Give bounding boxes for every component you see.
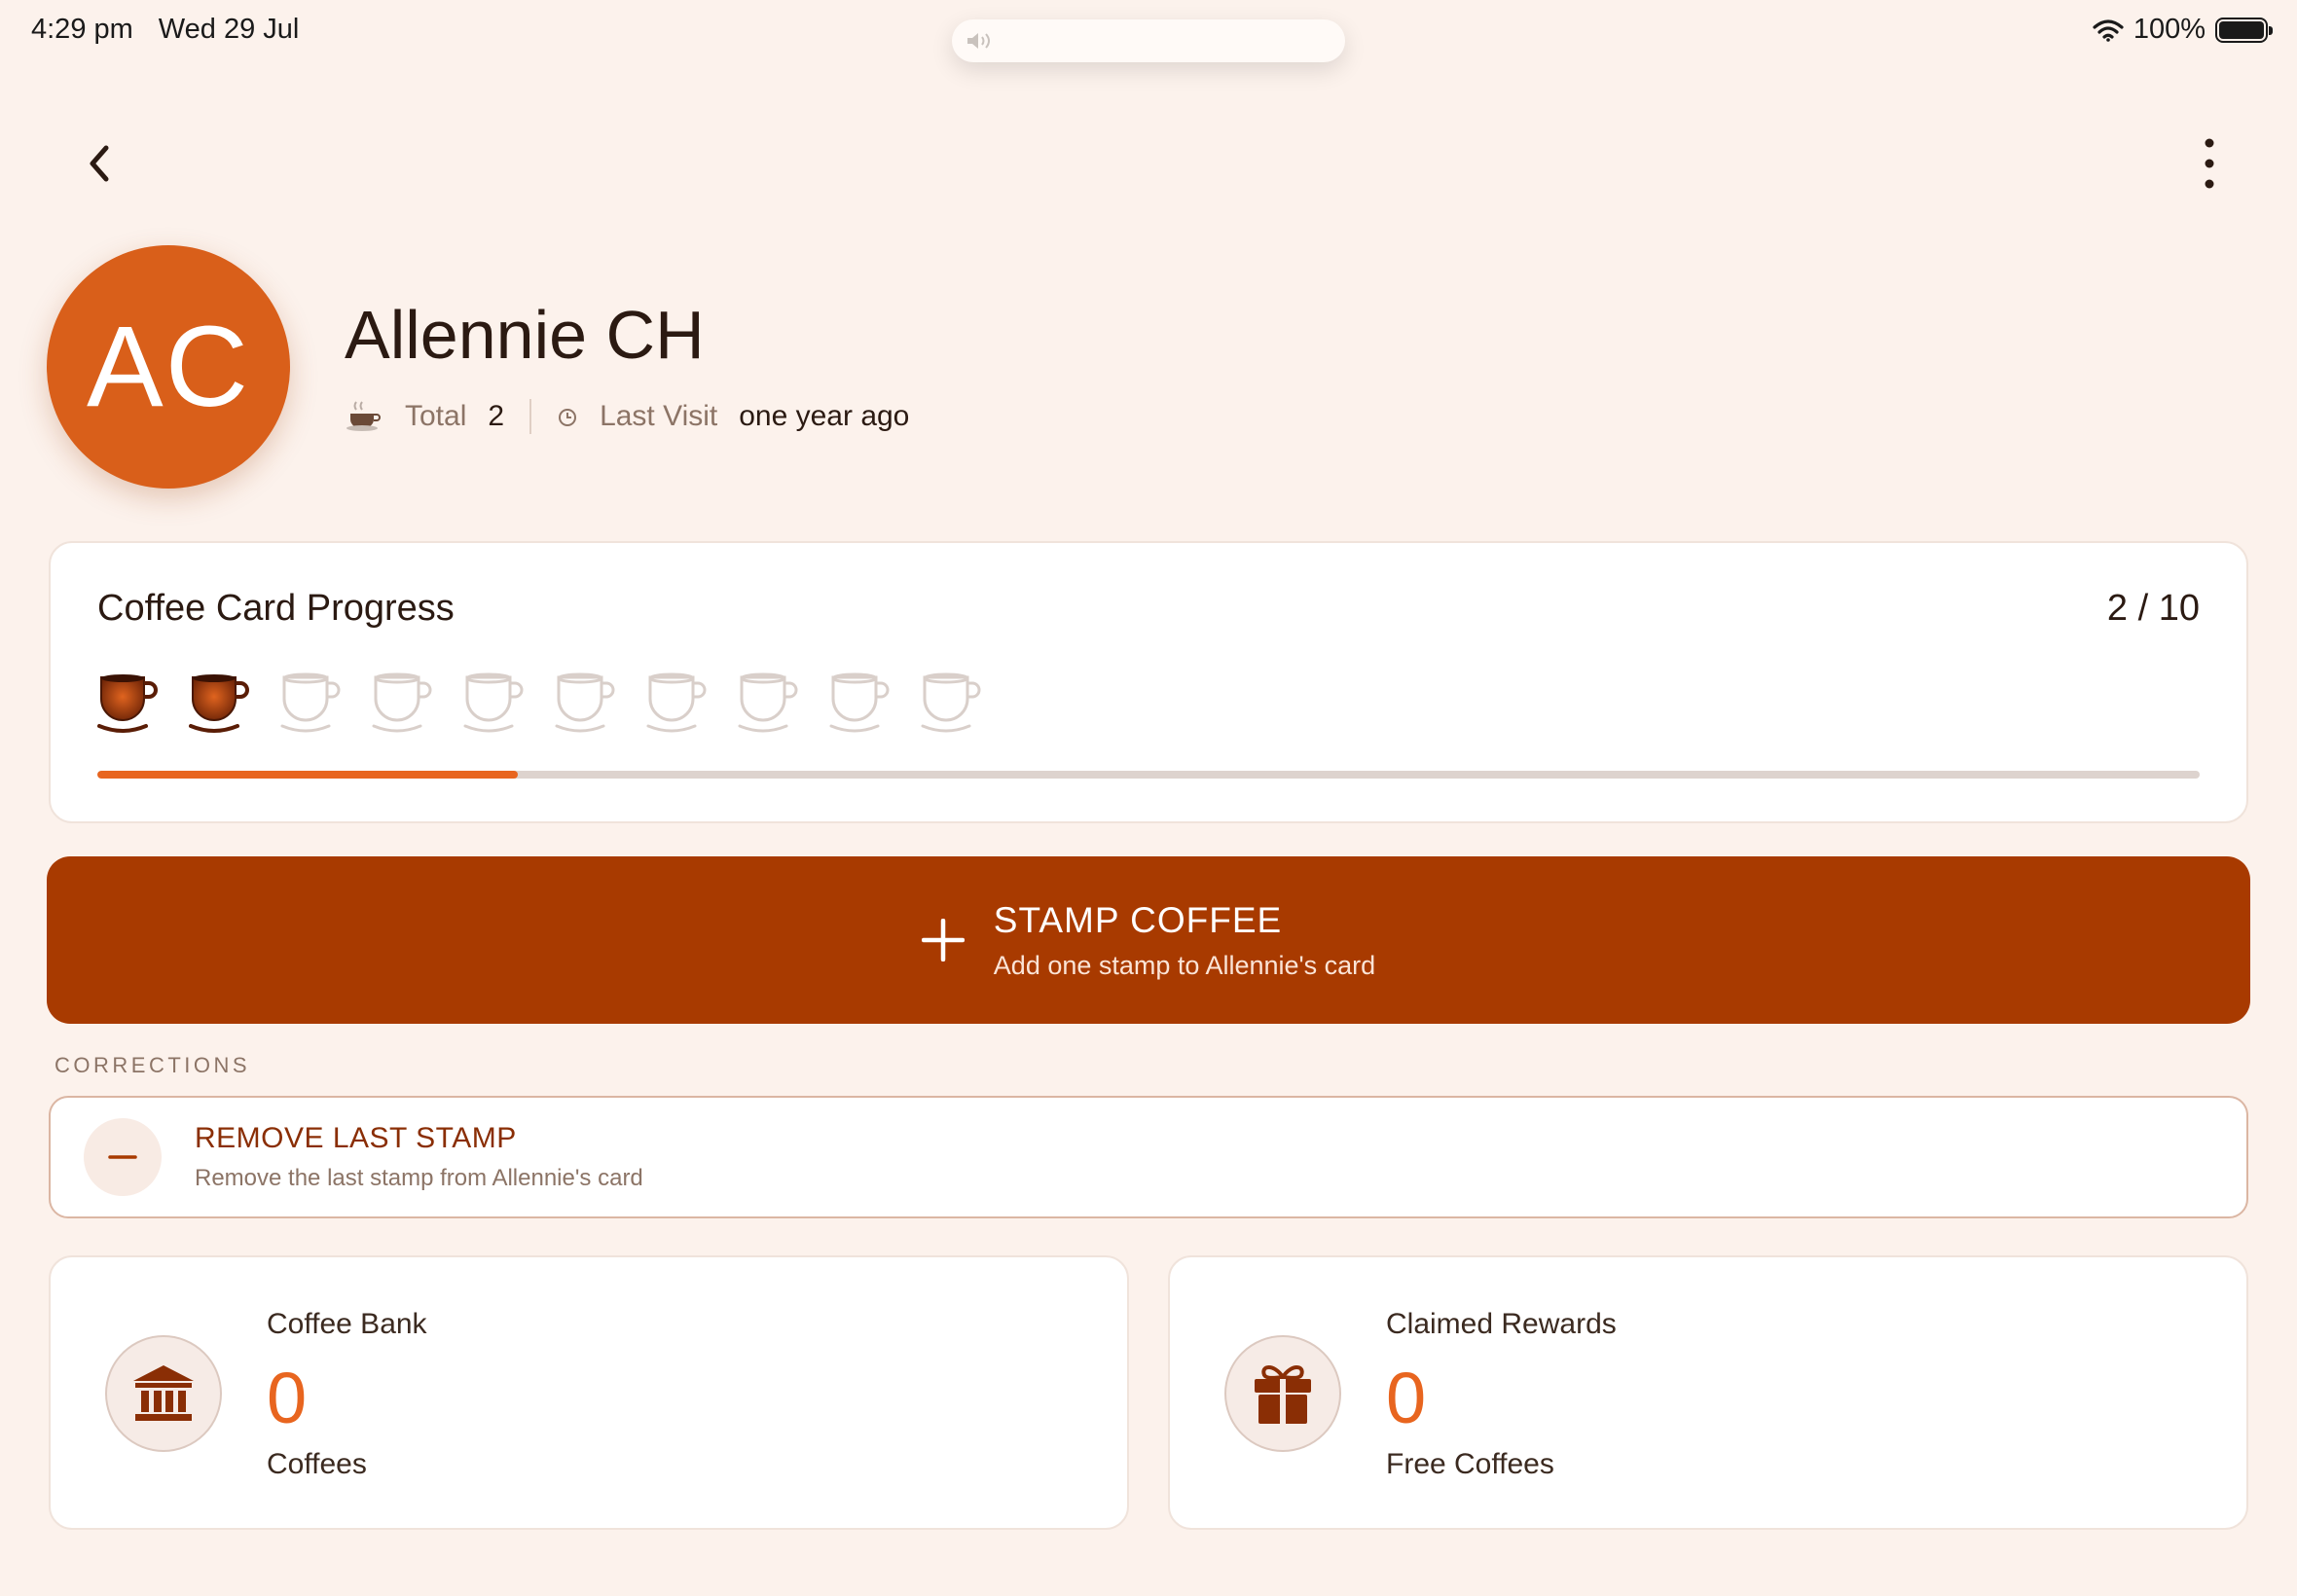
customer-name: Allennie CH (345, 297, 705, 373)
chevron-left-icon (90, 145, 109, 182)
coffee-bank-unit: Coffees (267, 1448, 367, 1480)
customer-meta: Total 2 Last Visit one year ago (345, 399, 909, 434)
speaker-icon (967, 33, 990, 49)
stamp-button-title: STAMP COFFEE (993, 899, 1283, 940)
claimed-rewards-unit: Free Coffees (1386, 1448, 1554, 1480)
empty-cup-icon (370, 670, 432, 734)
coffee-card-progress: Coffee Card Progress 2 / 10 (49, 541, 2248, 823)
plus-icon (921, 919, 965, 961)
stamp-coffee-button[interactable]: STAMP COFFEE Add one stamp to Allennie's… (47, 856, 2250, 1024)
meta-divider (529, 399, 532, 434)
empty-cup-icon (919, 670, 981, 734)
more-vertical-icon (2205, 138, 2214, 189)
total-value: 2 (488, 400, 505, 432)
gift-icon (1224, 1335, 1341, 1452)
empty-cup-icon (736, 670, 798, 734)
last-visit-label: Last Visit (600, 400, 718, 432)
empty-cup-icon (644, 670, 707, 734)
more-options-button[interactable] (2180, 134, 2239, 193)
last-visit-value: one year ago (739, 400, 910, 432)
remove-last-stamp-button[interactable]: REMOVE LAST STAMP Remove the last stamp … (49, 1096, 2248, 1218)
remove-stamp-title: REMOVE LAST STAMP (195, 1122, 517, 1154)
empty-cup-icon (278, 670, 341, 734)
battery-percent: 100% (2133, 14, 2206, 45)
coffee-cup-icon (346, 401, 381, 431)
coffee-bank-value: 0 (267, 1358, 308, 1438)
coffee-bank-card: Coffee Bank 0 Coffees (49, 1255, 1129, 1530)
progress-bar-fill (97, 771, 518, 779)
progress-bar (97, 771, 2200, 779)
remove-stamp-subtitle: Remove the last stamp from Allennie's ca… (195, 1165, 643, 1191)
status-time: 4:29 pm Wed 29 Jul (31, 14, 299, 46)
stamp-cups (95, 670, 981, 734)
stamped-cup-icon (95, 670, 158, 734)
status-date: Wed 29 Jul (158, 14, 300, 45)
progress-title: Coffee Card Progress (97, 588, 455, 629)
volume-indicator (952, 19, 1345, 62)
empty-cup-icon (827, 670, 890, 734)
claimed-rewards-label: Claimed Rewards (1386, 1308, 1617, 1340)
wifi-icon (2093, 18, 2124, 42)
stamp-button-subtitle: Add one stamp to Allennie's card (993, 950, 1376, 980)
progress-count: 2 / 10 (2106, 588, 2200, 629)
empty-cup-icon (461, 670, 524, 734)
claimed-rewards-value: 0 (1386, 1358, 1427, 1438)
total-label: Total (405, 400, 467, 432)
bank-icon (105, 1335, 222, 1452)
status-indicators: 100% (2093, 14, 2273, 46)
coffee-bank-label: Coffee Bank (267, 1308, 427, 1340)
customer-detail-screen: 4:29 pm Wed 29 Jul 100% AC Allennie CH T… (0, 0, 2297, 1596)
minus-icon (84, 1118, 162, 1196)
clock-icon (559, 409, 577, 426)
empty-cup-icon (553, 670, 615, 734)
back-button[interactable] (70, 134, 128, 193)
claimed-rewards-card: Claimed Rewards 0 Free Coffees (1168, 1255, 2248, 1530)
status-clock: 4:29 pm (31, 14, 133, 45)
corrections-label: CORRECTIONS (55, 1053, 251, 1077)
stamped-cup-icon (187, 670, 249, 734)
battery-icon (2215, 17, 2273, 43)
avatar: AC (47, 245, 290, 489)
